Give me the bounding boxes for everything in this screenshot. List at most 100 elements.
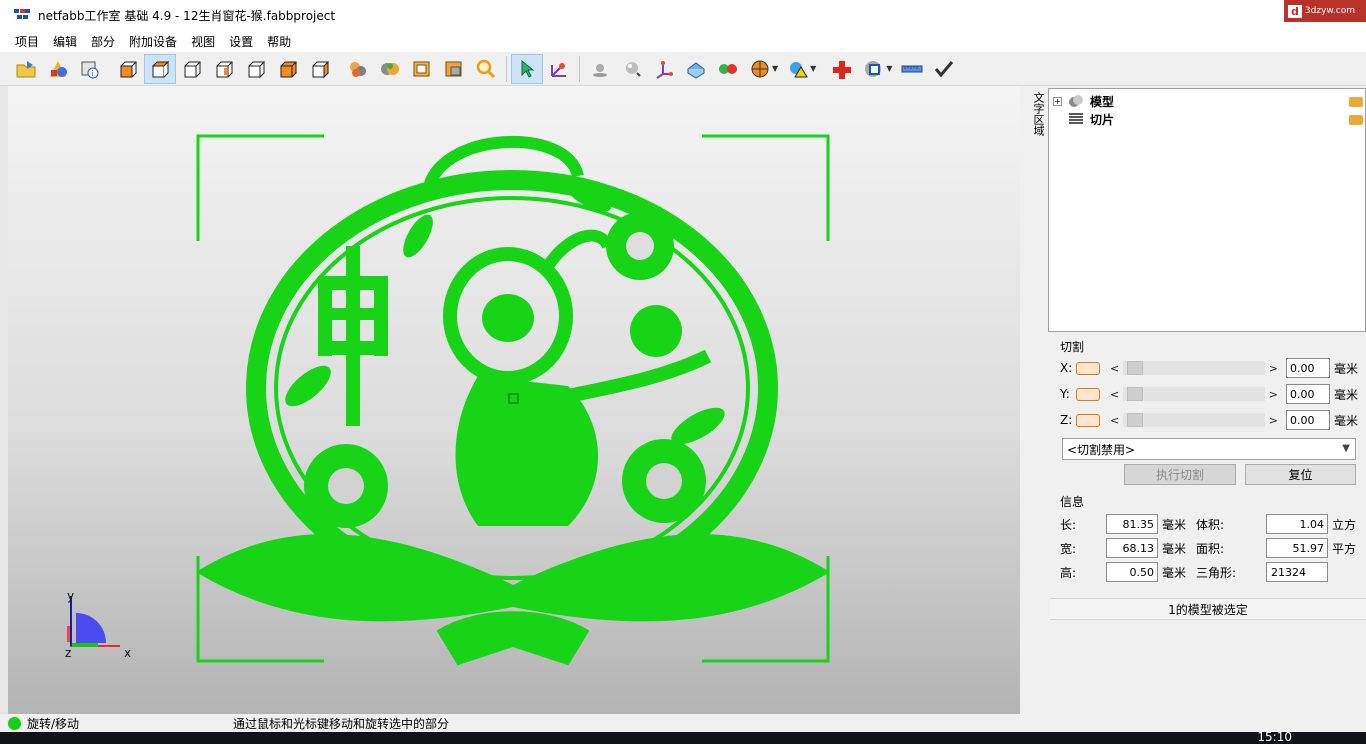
- netfabb-logo-icon: [14, 9, 30, 21]
- view-right-icon[interactable]: [240, 54, 272, 84]
- cut-mode-select[interactable]: <切割禁用> ▼: [1062, 438, 1356, 460]
- slider-left-arrow[interactable]: <: [1110, 414, 1119, 427]
- viewport-canvas[interactable]: y x z: [8, 86, 1020, 714]
- shading-icon[interactable]: [374, 54, 406, 84]
- select-icon[interactable]: [511, 53, 543, 84]
- model-folder-icon[interactable]: [1349, 97, 1363, 107]
- cut-row-z: Z: < > 0.00 毫米: [1060, 409, 1360, 431]
- height-unit: 毫米: [1162, 565, 1187, 580]
- menu-project[interactable]: 项目: [8, 33, 46, 50]
- tree-label-slice: 切片: [1090, 112, 1115, 127]
- cut-value-input[interactable]: 0.00: [1286, 410, 1330, 430]
- info-row-1: 长: 81.35 毫米 体积: 1.04 立方: [1060, 513, 1356, 535]
- toolbar: i ▼ ▼ ▼: [0, 52, 1366, 86]
- viewport-3d[interactable]: y x z: [8, 86, 1020, 714]
- view-back-icon[interactable]: [176, 54, 208, 84]
- volume-label: 体积:: [1196, 517, 1225, 532]
- model-icon: [1069, 95, 1083, 107]
- axis-icon[interactable]: [648, 54, 680, 84]
- axis-indicator: y x z: [65, 589, 131, 660]
- tree-item-model[interactable]: + 模型: [1053, 92, 1114, 110]
- slice-folder-icon[interactable]: [1349, 115, 1363, 125]
- length-unit: 毫米: [1162, 517, 1187, 532]
- svg-text:i: i: [92, 69, 94, 78]
- cut-unit: 毫米: [1334, 413, 1359, 428]
- cut-unit: 毫米: [1334, 361, 1359, 376]
- menu-help[interactable]: 帮助: [260, 33, 298, 50]
- triangles-value: 21324: [1266, 562, 1328, 582]
- info-section-label: 信息: [1060, 495, 1085, 509]
- menu-bar: 项目 编辑 部分 附加设备 视图 设置 帮助: [0, 30, 1366, 52]
- rotate-move-icon[interactable]: [543, 54, 575, 84]
- cut-value-input[interactable]: 0.00: [1286, 358, 1330, 378]
- axis-label-x: x: [124, 646, 131, 660]
- cut-color-swatch[interactable]: [1076, 413, 1100, 427]
- status-hint: 通过鼠标和光标键移动和旋转选中的部分: [233, 716, 450, 731]
- sphere-icon[interactable]: [616, 54, 648, 84]
- cut-slider-x[interactable]: < >: [1110, 359, 1278, 377]
- cut-slider-y[interactable]: < >: [1110, 385, 1278, 403]
- cut-color-swatch[interactable]: [1076, 387, 1100, 401]
- menu-extras[interactable]: 附加设备: [122, 33, 184, 50]
- axis-label-y: y: [67, 589, 74, 603]
- height-value: 0.50: [1106, 562, 1158, 582]
- slice-icon: [1069, 113, 1083, 124]
- view-iso-icon[interactable]: [304, 54, 336, 84]
- point-icon[interactable]: [584, 54, 616, 84]
- cut-section-label: 切割: [1060, 340, 1085, 354]
- add-part-icon[interactable]: [42, 54, 74, 84]
- mesh-edit-icon[interactable]: [438, 54, 470, 84]
- view-bottom-icon[interactable]: [272, 54, 304, 84]
- cut-value-input[interactable]: 0.00: [1286, 384, 1330, 404]
- part-info-icon[interactable]: i: [74, 54, 106, 84]
- height-label: 高:: [1060, 565, 1077, 580]
- tree-label-model: 模型: [1090, 94, 1115, 109]
- settings-dropdown-icon[interactable]: ▼: [886, 64, 892, 73]
- window-title: netfabb工作室 基础 4.9 - 12生肖窗花-猴.fabbproject: [38, 8, 336, 23]
- view-left-icon[interactable]: [208, 54, 240, 84]
- area-value: 51.97: [1266, 538, 1328, 558]
- cut-row-y: Y: < > 0.00 毫米: [1060, 383, 1360, 405]
- volume-unit: 立方: [1332, 517, 1357, 532]
- slider-right-arrow[interactable]: >: [1269, 388, 1278, 401]
- taskbar-clock[interactable]: 15:10: [1257, 730, 1292, 744]
- menu-settings[interactable]: 设置: [222, 33, 260, 50]
- taskbar: 15:10: [0, 730, 1366, 744]
- cut-row-x: X: < > 0.00 毫米: [1060, 357, 1360, 379]
- view-front-icon[interactable]: [112, 54, 144, 84]
- repair-icon[interactable]: [342, 54, 374, 84]
- status-mode: 旋转/移动: [27, 716, 80, 731]
- length-label: 长:: [1060, 517, 1077, 532]
- warning-dropdown-icon[interactable]: ▼: [810, 64, 816, 73]
- triangles-label: 三角形:: [1196, 565, 1237, 580]
- watermark-badge: d 3dzyw.com: [1284, 0, 1366, 22]
- cut-slider-z[interactable]: < >: [1110, 411, 1278, 429]
- menu-view[interactable]: 视图: [184, 33, 222, 50]
- cut-color-swatch[interactable]: [1076, 361, 1100, 375]
- add-red-icon[interactable]: [826, 54, 858, 84]
- slider-right-arrow[interactable]: >: [1269, 414, 1278, 427]
- width-unit: 毫米: [1162, 541, 1187, 556]
- ruler-icon[interactable]: [896, 54, 928, 84]
- slider-left-arrow[interactable]: <: [1110, 362, 1119, 375]
- info-row-3: 高: 0.50 毫米 三角形: 21324: [1060, 561, 1328, 583]
- menu-edit[interactable]: 编辑: [46, 33, 84, 50]
- slider-right-arrow[interactable]: >: [1269, 362, 1278, 375]
- box-icon[interactable]: [680, 54, 712, 84]
- reset-button[interactable]: 复位: [1245, 464, 1356, 485]
- width-value: 68.13: [1106, 538, 1158, 558]
- text-area-tab[interactable]: 文字区域: [1024, 92, 1046, 136]
- project-tree[interactable]: + 模型 切片: [1048, 88, 1366, 332]
- color-wheel-dropdown-icon[interactable]: ▼: [772, 64, 778, 73]
- view-top-icon[interactable]: [144, 53, 176, 84]
- tree-item-slice[interactable]: 切片: [1068, 110, 1114, 128]
- boundary-icon[interactable]: [406, 54, 438, 84]
- open-project-icon[interactable]: [10, 54, 42, 84]
- menu-part[interactable]: 部分: [84, 33, 122, 50]
- zoom-icon[interactable]: [470, 54, 502, 84]
- spheres-icon[interactable]: [712, 54, 744, 84]
- slider-left-arrow[interactable]: <: [1110, 388, 1119, 401]
- check-icon[interactable]: [928, 54, 960, 84]
- execute-cut-button[interactable]: 执行切割: [1124, 464, 1236, 485]
- expand-icon[interactable]: +: [1053, 96, 1062, 106]
